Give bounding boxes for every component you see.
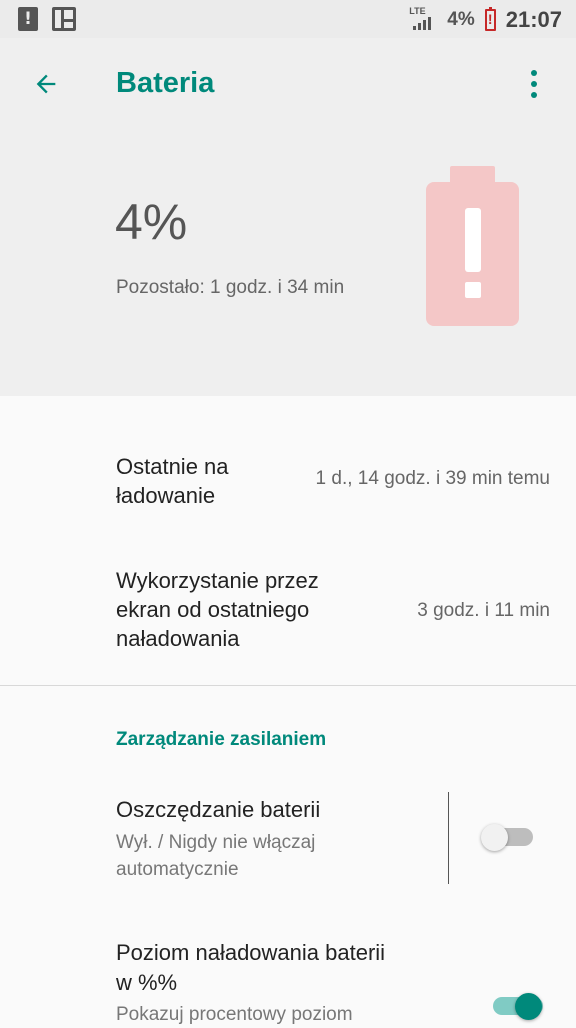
battery-remaining: Pozostało: 1 godz. i 34 min xyxy=(116,277,345,298)
signal-lte-icon: LTE xyxy=(409,6,437,32)
network-type-label: LTE xyxy=(409,6,426,16)
battery-saver-summary: Wył. / Nigdy nie włączaj automatycznie xyxy=(116,832,316,880)
battery-saver-toggle[interactable] xyxy=(481,824,533,851)
status-battery-percent: 4% xyxy=(447,9,475,30)
last-charge-title: Ostatnie na ładowanie xyxy=(116,454,229,508)
battery-percent-title[interactable]: Poziom naładowania baterii w %% xyxy=(116,938,385,998)
battery-percent-toggle[interactable] xyxy=(493,993,543,1020)
alert-notification-icon xyxy=(18,7,38,31)
screen-usage-title: Wykorzystanie przez ekran od ostatniego … xyxy=(116,568,319,651)
more-vert-icon xyxy=(531,70,537,98)
last-charge-row[interactable]: Ostatnie na ładowanie 1 d., 14 godz. i 3… xyxy=(0,450,576,520)
battery-percent: 4% xyxy=(115,194,188,250)
battery-low-icon xyxy=(484,7,496,31)
more-options-button[interactable] xyxy=(510,60,558,108)
battery-alert-icon xyxy=(426,166,519,326)
battery-saver-title[interactable]: Oszczędzanie baterii xyxy=(116,795,320,825)
screen-usage-row[interactable]: Wykorzystanie przez ekran od ostatniego … xyxy=(0,566,576,666)
divider xyxy=(0,685,576,686)
vertical-divider xyxy=(448,792,449,884)
back-button[interactable] xyxy=(22,60,70,108)
screen-usage-value: 3 godz. i 11 min xyxy=(417,600,550,621)
battery-summary: 4% Pozostało: 1 godz. i 34 min xyxy=(0,130,576,396)
app-bar: Bateria xyxy=(0,38,576,130)
page-title: Bateria xyxy=(116,67,215,99)
section-header: Zarządzanie zasilaniem xyxy=(116,729,327,750)
arrow-back-icon xyxy=(36,74,56,94)
last-charge-value: 1 d., 14 godz. i 39 min temu xyxy=(315,468,550,489)
status-time: 21:07 xyxy=(505,7,562,32)
status-bar: LTE 4% 21:07 xyxy=(0,0,576,38)
trello-notification-icon xyxy=(52,7,76,31)
